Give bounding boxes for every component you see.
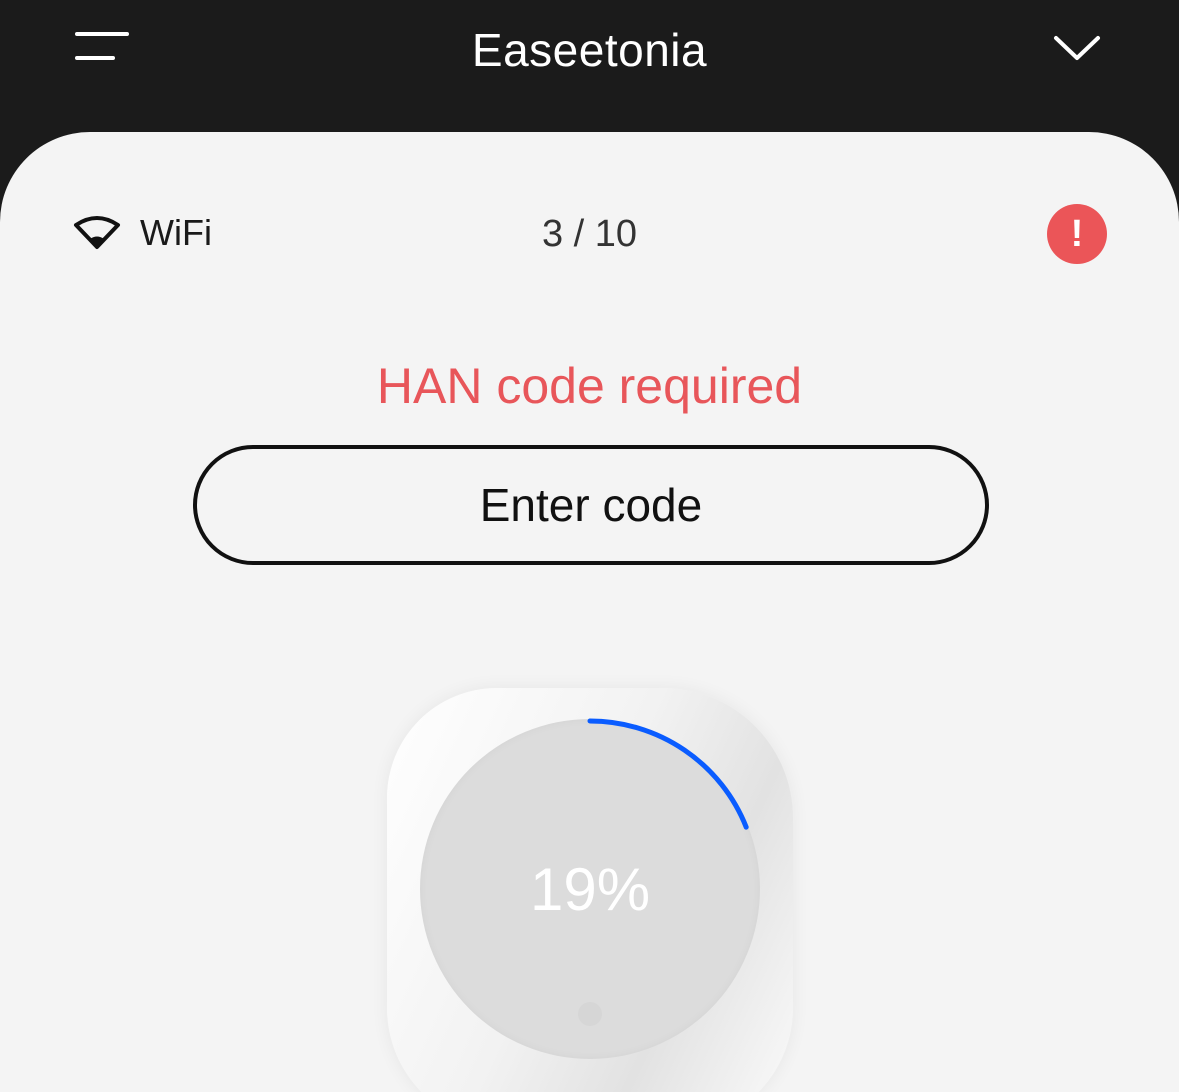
enter-code-button[interactable]: Enter code [193,445,989,565]
han-status-text: HAN code required [376,358,803,414]
charger-counter: 3 / 10 [541,213,638,255]
charger-card: WiFi 3 / 10 ! HAN code required Enter co… [0,132,1179,1092]
top-bar: Easeetonia [0,0,1179,140]
chevron-down-icon[interactable] [1040,20,1120,80]
alert-icon[interactable]: ! [1047,204,1107,264]
charge-percentage: 19% [529,856,651,923]
charge-progress-arc [587,718,749,830]
dial-indicator-dot [578,1002,602,1026]
page-title: Easeetonia [471,24,708,76]
